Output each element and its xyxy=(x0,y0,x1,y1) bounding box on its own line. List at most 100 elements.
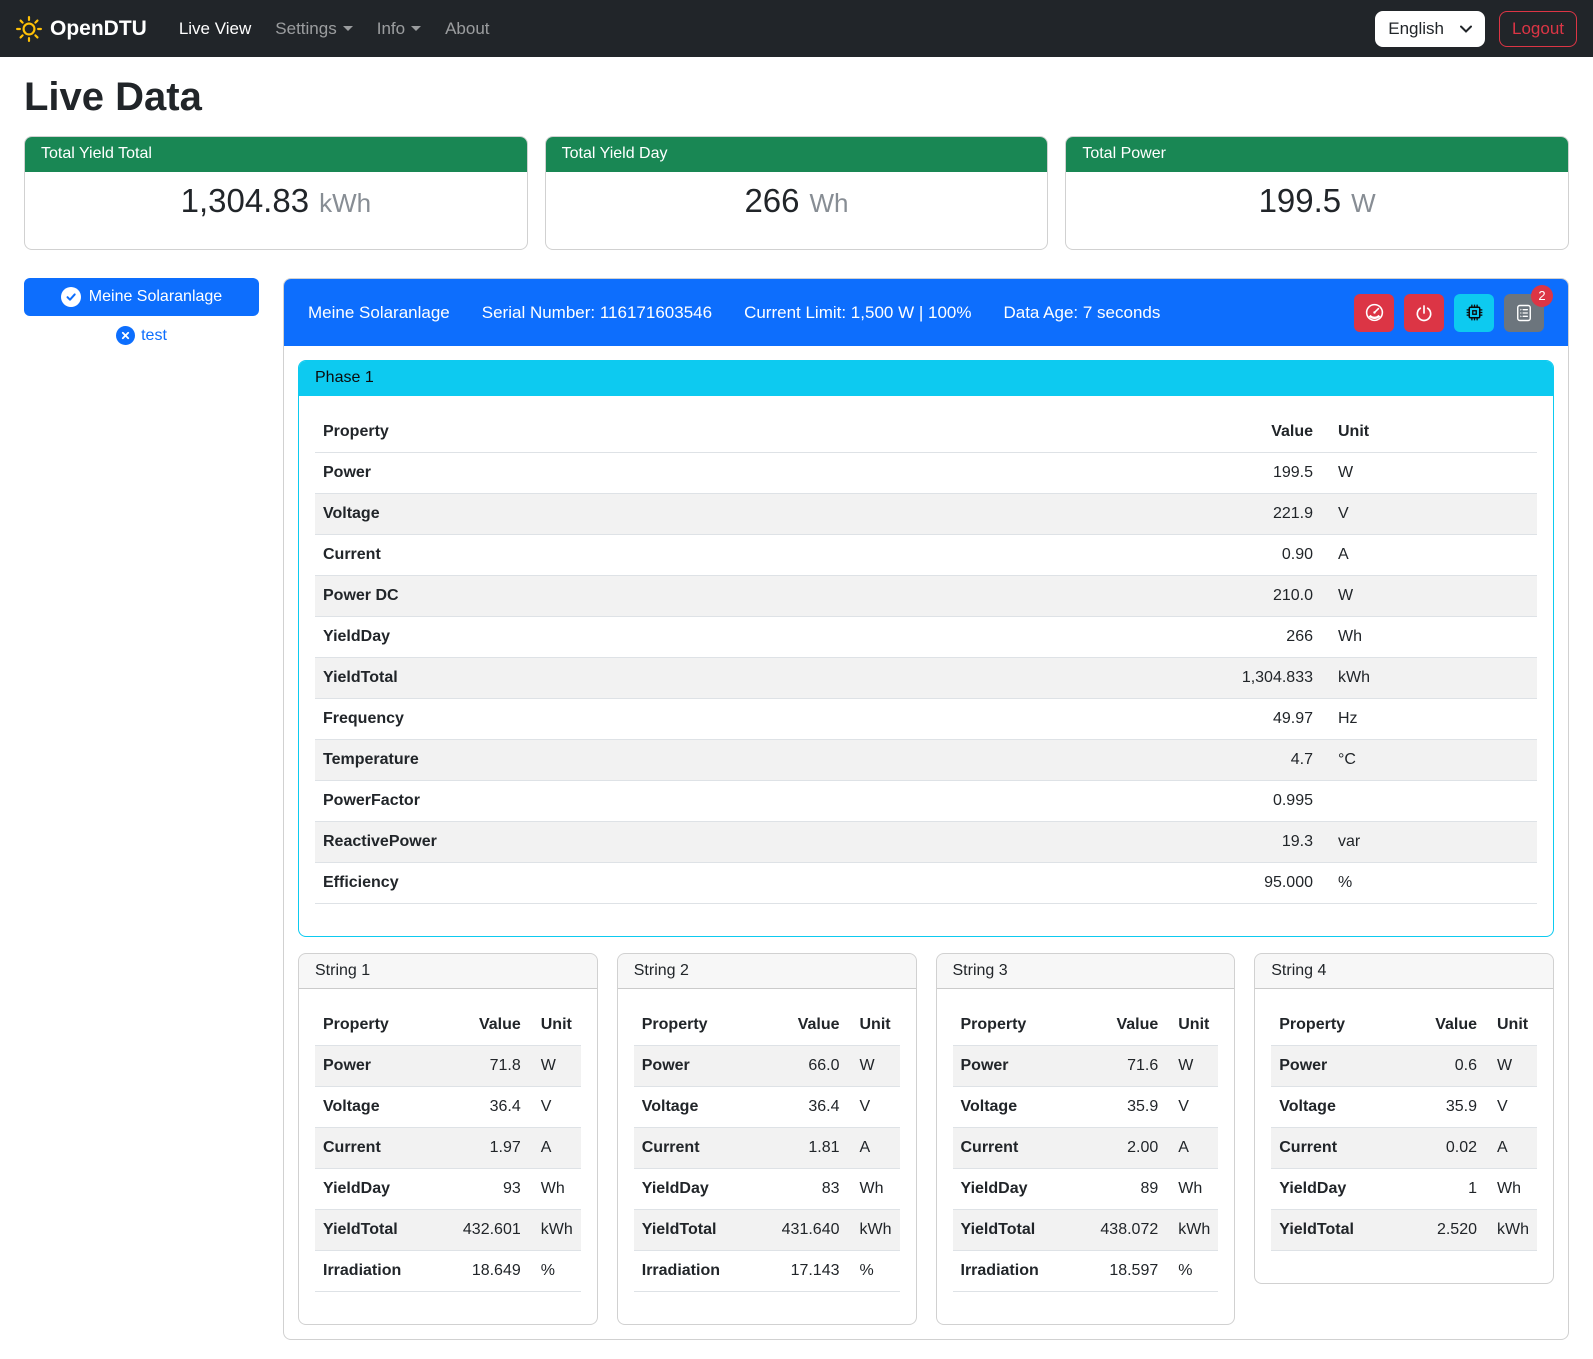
string-table-body: Power 71.8 W Voltage 36.4 V xyxy=(315,1046,581,1292)
property-cell: YieldTotal xyxy=(1271,1210,1407,1251)
table-row: Power 66.0 W xyxy=(634,1046,900,1087)
summary-card-total-yield-day: Total Yield Day 266 Wh xyxy=(545,136,1049,250)
table-row: YieldTotal 1,304.833 kWh xyxy=(315,658,1537,699)
column-header-property: Property xyxy=(953,1005,1089,1046)
table-row: Efficiency 95.000 % xyxy=(315,863,1537,904)
selected-inverter-button[interactable]: Meine Solaranlage xyxy=(24,278,259,316)
property-cell: Current xyxy=(315,1128,451,1169)
table-row: Power 0.6 W xyxy=(1271,1046,1537,1087)
unit-cell: kWh xyxy=(529,1210,581,1251)
table-row: YieldDay 83 Wh xyxy=(634,1169,900,1210)
property-cell: YieldTotal xyxy=(315,1210,451,1251)
value-cell: 438.072 xyxy=(1088,1210,1166,1251)
value-cell: 1.97 xyxy=(451,1128,529,1169)
phase-header: Phase 1 xyxy=(299,361,1553,396)
nav-item-live-view[interactable]: Live View xyxy=(171,11,259,47)
value-cell: 1,304.833 xyxy=(1211,658,1321,699)
string-table: Property Value Unit Power xyxy=(953,1005,1219,1292)
property-cell: Current xyxy=(953,1128,1089,1169)
property-cell: Frequency xyxy=(315,699,1211,740)
column-header-property: Property xyxy=(634,1005,770,1046)
table-row: YieldTotal 432.601 kWh xyxy=(315,1210,581,1251)
cpu-icon xyxy=(1464,302,1485,323)
x-circle-icon xyxy=(116,326,135,345)
nav-item-settings[interactable]: Settings xyxy=(267,11,360,47)
unit-cell: Wh xyxy=(1166,1169,1218,1210)
property-cell: YieldDay xyxy=(1271,1169,1407,1210)
column-header-value: Value xyxy=(451,1005,529,1046)
property-cell: YieldDay xyxy=(315,1169,451,1210)
table-row: Irradiation 17.143 % xyxy=(634,1251,900,1292)
limit-settings-button[interactable] xyxy=(1354,294,1394,332)
device-info-button[interactable] xyxy=(1454,294,1494,332)
unit-cell: W xyxy=(1321,576,1537,617)
value-cell: 66.0 xyxy=(770,1046,848,1087)
column-header-unit: Unit xyxy=(529,1005,581,1046)
table-row: YieldDay 89 Wh xyxy=(953,1169,1219,1210)
unit-cell: °C xyxy=(1321,740,1537,781)
nav-item-about[interactable]: About xyxy=(437,11,497,47)
unit-cell: Wh xyxy=(1321,617,1537,658)
caret-down-icon xyxy=(411,26,421,31)
language-select[interactable]: English xyxy=(1375,11,1485,47)
unit-cell: V xyxy=(848,1087,900,1128)
inverter-name: Meine Solaranlage xyxy=(308,303,450,323)
string-table-body: Power 71.6 W Voltage 35.9 V xyxy=(953,1046,1219,1292)
property-cell: Voltage xyxy=(1271,1087,1407,1128)
property-cell: YieldDay xyxy=(315,617,1211,658)
unit-cell: kWh xyxy=(848,1210,900,1251)
property-cell: Irradiation xyxy=(634,1251,770,1292)
table-row: Current 0.02 A xyxy=(1271,1128,1537,1169)
event-log-button[interactable]: 2 xyxy=(1504,294,1544,332)
property-cell: Power xyxy=(1271,1046,1407,1087)
column-header-property: Property xyxy=(1271,1005,1407,1046)
unit-cell: Wh xyxy=(529,1169,581,1210)
table-row: YieldDay 1 Wh xyxy=(1271,1169,1537,1210)
serial-number: Serial Number: 116171603546 xyxy=(482,303,712,323)
table-row: Irradiation 18.597 % xyxy=(953,1251,1219,1292)
nav-item-info[interactable]: Info xyxy=(369,11,429,47)
string-table: Property Value Unit Power xyxy=(634,1005,900,1292)
unit-cell: A xyxy=(1321,535,1537,576)
unit-cell: A xyxy=(1166,1128,1218,1169)
value-cell: 0.90 xyxy=(1211,535,1321,576)
column-header-property: Property xyxy=(315,412,1211,453)
column-header-unit: Unit xyxy=(1166,1005,1218,1046)
column-header-value: Value xyxy=(1088,1005,1166,1046)
logout-button[interactable]: Logout xyxy=(1499,11,1577,47)
value-cell: 89 xyxy=(1088,1169,1166,1210)
inverter-card: Meine Solaranlage Serial Number: 1161716… xyxy=(283,278,1569,1340)
value-cell: 221.9 xyxy=(1211,494,1321,535)
value-cell: 35.9 xyxy=(1088,1087,1166,1128)
inverter-item-test[interactable]: test xyxy=(24,326,259,345)
property-cell: YieldDay xyxy=(634,1169,770,1210)
table-row: Current 1.97 A xyxy=(315,1128,581,1169)
column-header-value: Value xyxy=(1211,412,1321,453)
table-header-row: Property Value Unit xyxy=(1271,1005,1537,1046)
property-cell: Efficiency xyxy=(315,863,1211,904)
summary-card-header: Total Yield Day xyxy=(546,137,1048,172)
value-cell: 19.3 xyxy=(1211,822,1321,863)
inverter-body: Phase 1 Property Value Unit xyxy=(284,346,1568,1339)
property-cell: YieldTotal xyxy=(634,1210,770,1251)
brand-label: OpenDTU xyxy=(50,17,147,41)
table-row: Voltage 35.9 V xyxy=(953,1087,1219,1128)
speedometer-icon xyxy=(1364,302,1385,323)
string-header: String 2 xyxy=(618,954,916,989)
value-cell: 18.597 xyxy=(1088,1251,1166,1292)
summary-value: 199.5 xyxy=(1259,182,1342,220)
value-cell: 2.520 xyxy=(1407,1210,1485,1251)
table-header-row: Property Value Unit xyxy=(634,1005,900,1046)
brand-link[interactable]: OpenDTU xyxy=(16,16,147,42)
summary-unit: kWh xyxy=(319,188,371,219)
unit-cell: W xyxy=(1166,1046,1218,1087)
table-row: ReactivePower 19.3 var xyxy=(315,822,1537,863)
table-header-row: Property Value Unit xyxy=(953,1005,1219,1046)
property-cell: Power xyxy=(315,453,1211,494)
table-row: YieldDay 266 Wh xyxy=(315,617,1537,658)
string-table-body: Power 66.0 W Voltage 36.4 V xyxy=(634,1046,900,1292)
value-cell: 71.8 xyxy=(451,1046,529,1087)
value-cell: 1 xyxy=(1407,1169,1485,1210)
unit-cell: Wh xyxy=(1485,1169,1537,1210)
power-toggle-button[interactable] xyxy=(1404,294,1444,332)
